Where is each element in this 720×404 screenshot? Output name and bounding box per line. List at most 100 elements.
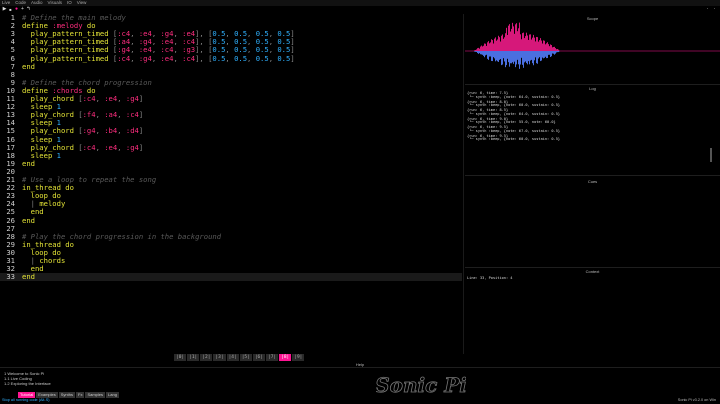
code-token: , <box>117 94 126 103</box>
code-line[interactable]: 22 in_thread do <box>0 183 462 192</box>
info-icon[interactable]: · <box>705 7 710 12</box>
code-line[interactable]: 25 end <box>0 208 462 216</box>
scope-sample <box>519 22 520 51</box>
load-icon[interactable]: ↰ <box>26 7 31 12</box>
scope-sample <box>549 51 550 55</box>
cues-title: Cues <box>587 179 598 184</box>
scope-sample <box>537 37 538 51</box>
save-icon[interactable]: + <box>20 7 25 12</box>
record-icon[interactable]: ● <box>14 7 19 12</box>
scope-sample <box>509 24 510 51</box>
scope-sample <box>539 40 540 51</box>
code-editor[interactable]: 1 # Define the main melody 2 define :melody… <box>0 13 462 354</box>
code-line[interactable]: 33 end <box>0 272 462 282</box>
scope-sample <box>537 51 538 64</box>
stop-icon[interactable]: ■ <box>8 7 13 12</box>
buffer-tab-8[interactable]: |8| <box>279 354 292 361</box>
prefs-icon[interactable]: · <box>712 7 717 12</box>
code-line[interactable]: 31 | chords <box>0 256 462 265</box>
version-label: Sonic Pi v3.2.0 on Win <box>677 398 716 402</box>
code-line[interactable]: 13 play_chord [:f4, :a4, :c4] <box>0 111 462 119</box>
play-icon[interactable]: ▶ <box>2 7 7 12</box>
toolbar: ▶ ■ ● + ↰ · · <box>0 6 720 13</box>
scope-sample <box>544 51 545 58</box>
code-token: end <box>22 272 35 282</box>
code-line[interactable]: 7 end <box>0 62 462 71</box>
scope-sample <box>545 44 546 51</box>
scope-sample <box>506 27 507 51</box>
code-token: :e4 <box>160 53 174 63</box>
scope-sample <box>522 33 523 51</box>
scope-sample <box>499 37 500 51</box>
scope-sample <box>556 51 557 53</box>
toc-item[interactable]: 1.2 Exploring the Interface <box>4 381 51 386</box>
code-line[interactable]: 18 sleep 1 <box>0 151 462 160</box>
scope-sample <box>517 51 518 60</box>
scope-sample <box>512 51 513 63</box>
code-line[interactable]: 26 end <box>0 216 462 225</box>
buffer-tab-1[interactable]: |1| <box>187 354 200 361</box>
code-line[interactable]: 29 in_thread do <box>0 240 462 249</box>
scope-sample <box>541 40 542 51</box>
code-line[interactable]: 15 play_chord [:g4, :b4, :d4] <box>0 127 462 135</box>
code-line[interactable]: 23 loop do <box>0 192 462 200</box>
code-token: :e4 <box>104 142 118 152</box>
scope-sample <box>542 43 543 51</box>
code-token: , <box>247 53 256 63</box>
scope-sample <box>485 43 486 51</box>
buffer-tab-4[interactable]: |4| <box>226 354 239 361</box>
scope-sample <box>507 51 508 59</box>
scope-waveform <box>465 22 720 69</box>
scope-sample <box>502 51 503 65</box>
scope-sample <box>558 49 559 51</box>
scope-sample <box>525 51 526 62</box>
code-line[interactable]: 32 end <box>0 264 462 273</box>
scope-sample <box>510 31 511 51</box>
code-line[interactable]: 6 play_pattern_timed [:c4, :g4, :e4, :c4… <box>0 53 462 63</box>
scope-sample <box>557 51 558 53</box>
scope-sample <box>492 51 493 62</box>
scope-sample <box>490 51 491 57</box>
buffer-tab-6[interactable]: |6| <box>252 354 265 361</box>
buffer-tab-2[interactable]: |2| <box>200 354 213 361</box>
scope-sample <box>524 38 525 51</box>
code-line[interactable]: 30 loop do <box>0 248 462 257</box>
scope-sample <box>552 47 553 51</box>
scope-sample <box>517 31 518 51</box>
code-token: :g4 <box>138 53 152 63</box>
buffer-tab-7[interactable]: |7| <box>265 354 279 361</box>
scope-sample <box>479 51 480 54</box>
scope-sample <box>495 51 496 62</box>
code-line[interactable]: 11 play_chord [:c4, :e4, :g4] <box>0 94 462 103</box>
code-line[interactable]: 17 play_chord [:c4, :e4, :g4] <box>0 142 462 152</box>
scope-sample <box>549 46 550 51</box>
buffer-tab-5[interactable]: |5| <box>239 354 252 361</box>
code-token: ] <box>290 53 295 63</box>
scope-sample <box>484 43 485 51</box>
log-entry: └─ synth :beep, {note: 60.0, sustain: 0.… <box>467 103 561 108</box>
buffer-tab-3[interactable]: |3| <box>213 354 226 361</box>
log-scrollbar[interactable] <box>710 148 712 162</box>
scope-sample <box>485 51 486 56</box>
code-line[interactable]: 24 | melody <box>0 200 462 208</box>
code-line[interactable]: 19 end <box>0 159 462 168</box>
code-token: ], [ <box>195 53 213 63</box>
scope-sample <box>557 48 558 51</box>
log-entry: └─ synth :beep, {note: 60.0, sustain: 0.… <box>467 137 561 142</box>
log-entry: └─ synth :beep, {note: 67.0, sustain: 0.… <box>467 128 561 133</box>
code-token: ] <box>138 110 144 120</box>
scope-sample <box>511 51 512 64</box>
scope-sample <box>484 51 485 58</box>
scope-sample <box>501 35 502 51</box>
scope-sample <box>550 44 551 51</box>
scope-sample <box>538 51 539 59</box>
scope-sample <box>487 42 488 51</box>
buffer-tab-9[interactable]: |9| <box>292 354 305 361</box>
code-token: :c4 <box>182 53 196 63</box>
scope-sample <box>535 41 536 51</box>
scope-sample <box>546 51 547 59</box>
buffer-tab-0[interactable]: |0| <box>174 354 187 361</box>
scope-sample <box>529 51 530 65</box>
scope-sample <box>548 44 549 51</box>
scope-sample <box>536 51 537 64</box>
